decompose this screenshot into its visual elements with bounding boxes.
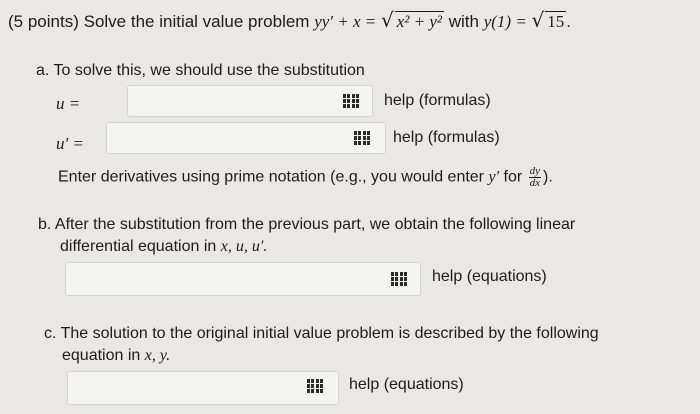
part-a-label: a. To solve this, we should use the subs… xyxy=(36,62,365,79)
with-word: with xyxy=(448,12,479,31)
derivative-note: Enter derivatives using prime notation (… xyxy=(58,165,553,189)
equation-radicand: x² + y² xyxy=(394,11,445,31)
u-input[interactable] xyxy=(127,85,373,117)
part-b-help-link[interactable]: help (equations) xyxy=(432,268,547,286)
part-c-help-link[interactable]: help (equations) xyxy=(349,376,464,394)
grid-icon[interactable] xyxy=(343,94,359,108)
part-b-label-line1: b. After the substitution from the previ… xyxy=(38,216,576,233)
grid-icon[interactable] xyxy=(391,272,407,286)
part-b-label-line2: differential equation in x, u, u′. xyxy=(60,238,268,255)
uprime-input[interactable] xyxy=(106,122,386,154)
question-header: (5 points) Solve the initial value probl… xyxy=(8,8,571,32)
uprime-label: u′ = xyxy=(56,134,84,153)
sqrt-symbol-2: √ xyxy=(531,8,545,32)
grid-icon[interactable] xyxy=(354,131,370,145)
u-label: u = xyxy=(56,94,81,113)
grid-icon[interactable] xyxy=(307,379,323,393)
equation-lhs: yy′ + x = xyxy=(314,12,377,31)
sqrt-symbol: √ xyxy=(381,8,394,32)
initial-condition: y(1) = xyxy=(483,12,527,31)
header-period: . xyxy=(566,12,572,31)
part-b-input[interactable] xyxy=(65,262,421,296)
condition-radicand: 15 xyxy=(545,11,567,31)
uprime-help-link[interactable]: help (formulas) xyxy=(393,129,500,147)
part-c-label-line1: c. The solution to the original initial … xyxy=(44,325,599,342)
points-label: (5 points) xyxy=(8,12,79,31)
part-c-label-line2: equation in x, y. xyxy=(62,347,171,364)
question-prompt: Solve the initial value problem xyxy=(83,12,310,31)
u-help-link[interactable]: help (formulas) xyxy=(384,92,491,110)
dy-dx-fraction: dy dx xyxy=(528,165,542,189)
part-c-input[interactable] xyxy=(67,371,339,405)
